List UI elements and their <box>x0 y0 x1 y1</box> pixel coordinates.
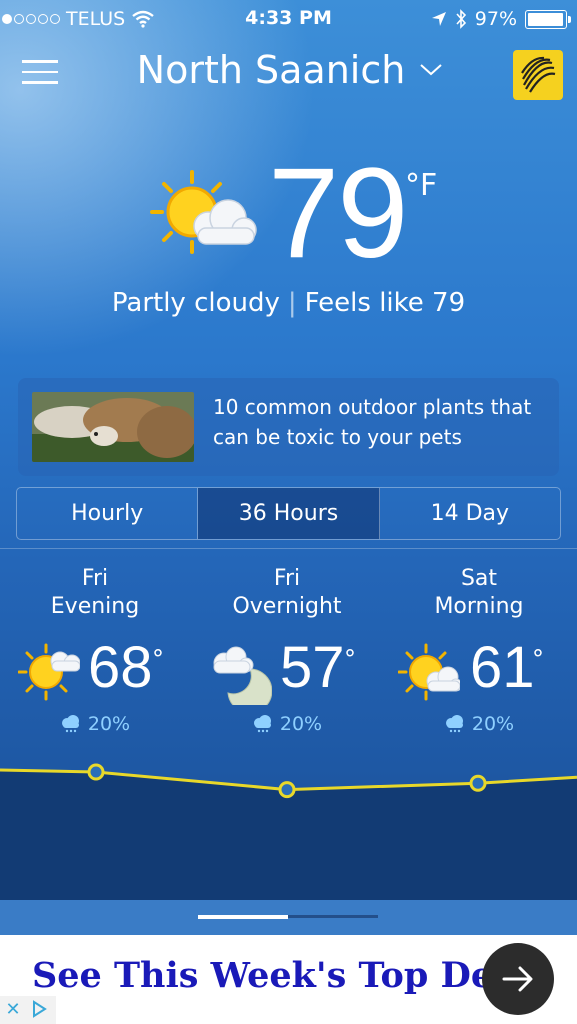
location-name: North Saanich <box>136 48 406 92</box>
arrow-right-icon <box>502 966 533 992</box>
location-selector[interactable]: North Saanich <box>120 48 460 92</box>
tab-14-day[interactable]: 14 Day <box>380 488 560 539</box>
trend-point <box>87 763 105 781</box>
temperature-trend-graph <box>0 763 577 904</box>
forecast-period[interactable]: Fri Overnight 57 ° 20% <box>192 565 382 735</box>
partly-cloudy-sun-icon <box>18 643 80 701</box>
rain-cloud-icon <box>253 715 271 733</box>
rain-cloud-icon <box>61 715 79 733</box>
location-arrow-icon <box>431 12 446 26</box>
forecast-period[interactable]: Sat Morning 61 ° 20% <box>384 565 574 735</box>
news-headline: 10 common outdoor plants that can be tox… <box>213 395 532 449</box>
condition-text: Partly cloudy <box>111 288 280 318</box>
current-temperature: 79 <box>268 142 408 285</box>
globe-logo-icon <box>521 56 556 93</box>
precip-value: 20% <box>471 713 515 735</box>
section-divider <box>0 548 577 549</box>
partly-cloudy-moon-icon <box>213 646 272 705</box>
forecast-period[interactable]: Fri Evening 68 ° 20% <box>0 565 190 735</box>
status-right: 97% <box>431 8 571 30</box>
news-thumbnail <box>32 392 194 462</box>
weather-app: TELUS 4:33 PM 97% North Saanich 79 °F Pa… <box>0 0 577 1024</box>
forecast-temp: 61 <box>470 635 535 700</box>
ad-controls: ✕ <box>0 996 56 1024</box>
page-indicator <box>198 915 378 919</box>
feels-like-text: Feels like 79 <box>304 288 466 318</box>
weather-channel-logo[interactable] <box>513 50 563 100</box>
forecast-temp: 57 <box>280 635 345 700</box>
temperature-unit: °F <box>405 168 438 203</box>
forecast-period-name: Evening <box>50 594 140 619</box>
current-conditions: Partly cloudy | Feels like 79 <box>0 288 577 318</box>
forecast-day: Sat <box>460 566 498 591</box>
forecast-day: Fri <box>273 566 301 591</box>
precip-chance: 20% <box>192 713 382 735</box>
news-card[interactable]: 10 common outdoor plants that can be tox… <box>18 378 559 476</box>
precip-value: 20% <box>279 713 323 735</box>
battery-percent: 97% <box>474 8 517 30</box>
precip-value: 20% <box>87 713 131 735</box>
ad-text: See This Week's Top Deal <box>32 955 492 996</box>
forecast-temp: 68 <box>88 635 153 700</box>
status-bar: TELUS 4:33 PM 97% <box>0 0 577 38</box>
degree-symbol: ° <box>152 645 164 673</box>
bluetooth-icon <box>456 9 466 29</box>
battery-icon <box>525 9 571 29</box>
hamburger-menu-icon <box>22 60 58 63</box>
forecast-day: Fri <box>81 566 109 591</box>
adchoices-icon[interactable] <box>26 996 52 1022</box>
condition-separator: | <box>287 288 297 318</box>
precip-chance: 20% <box>0 713 190 735</box>
partly-cloudy-sun-icon <box>150 170 257 254</box>
menu-button[interactable] <box>22 60 62 90</box>
chevron-down-icon <box>420 64 442 76</box>
ad-banner[interactable]: See This Week's Top Deal <box>0 935 577 1024</box>
degree-symbol: ° <box>344 645 356 673</box>
close-icon[interactable]: ✕ <box>0 996 26 1022</box>
partly-cloudy-sun-icon <box>398 643 460 701</box>
trend-point <box>469 774 487 792</box>
rain-cloud-icon <box>445 715 463 733</box>
ad-arrow-button[interactable] <box>482 943 554 1015</box>
forecast-period-name: Morning <box>434 594 524 619</box>
trend-point <box>278 781 296 799</box>
degree-symbol: ° <box>532 645 544 673</box>
precip-chance: 20% <box>384 713 574 735</box>
tab-36-hours[interactable]: 36 Hours <box>198 488 380 539</box>
forecast-period-name: Overnight <box>232 594 342 619</box>
forecast-tabs: Hourly 36 Hours 14 Day <box>16 487 561 540</box>
tab-hourly[interactable]: Hourly <box>17 488 199 539</box>
